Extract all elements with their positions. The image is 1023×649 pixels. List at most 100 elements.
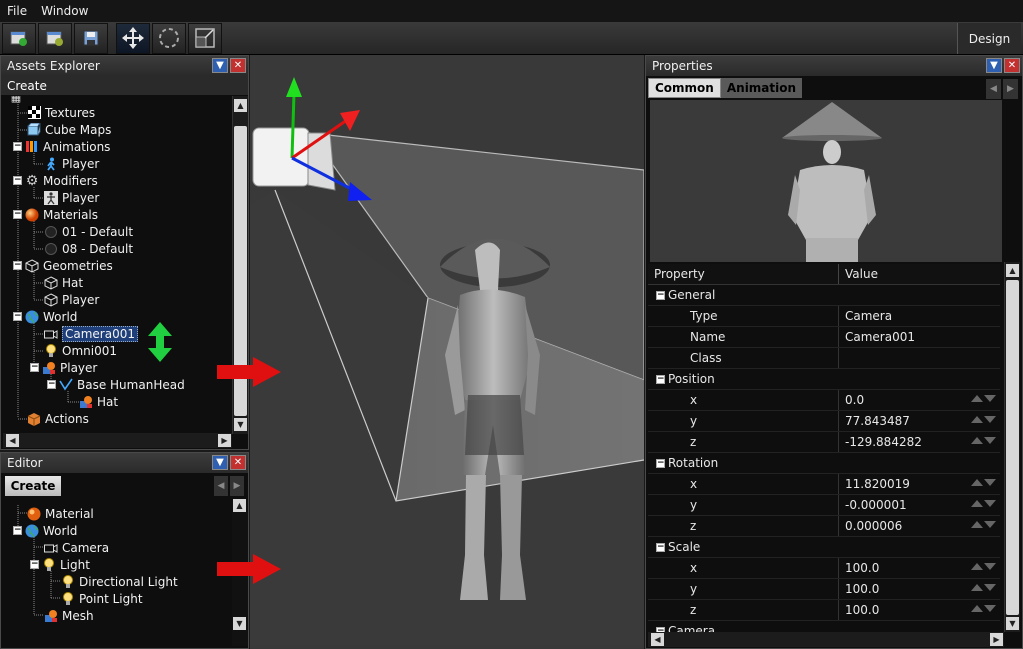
tree-item-base-humanhead[interactable]: − Base HumanHead — [47, 376, 185, 393]
property-value-field[interactable]: 0.000006 — [839, 516, 1000, 536]
scroll-right-icon[interactable]: ▶ — [218, 434, 231, 447]
spinner-arrows-icon[interactable] — [971, 563, 996, 570]
tree-item-animations[interactable]: − Animations — [13, 138, 110, 155]
tree-item-camera001[interactable]: Camera001 — [44, 325, 138, 342]
properties-horizontal-scrollbar[interactable]: ◀ ▶ — [648, 632, 1004, 647]
tree-item-anim-player[interactable]: Player — [44, 155, 99, 172]
property-group-row[interactable]: − General — [648, 285, 1000, 306]
scroll-down-icon[interactable]: ▼ — [234, 418, 247, 431]
property-value-field[interactable]: -129.884282 — [839, 432, 1000, 452]
dropdown-icon[interactable]: ▼ — [986, 58, 1002, 73]
property-value-field[interactable]: 77.843487 — [839, 411, 1000, 431]
collapse-icon[interactable]: − — [656, 542, 665, 552]
property-row[interactable]: y -0.000001 — [648, 495, 1000, 516]
tree-item-materials[interactable]: − Materials — [13, 206, 98, 223]
property-row[interactable]: y 100.0 — [648, 579, 1000, 600]
new-scene-button[interactable] — [2, 22, 36, 54]
nav-right-icon[interactable]: ▶ — [230, 476, 244, 496]
property-row[interactable]: y 77.843487 — [648, 411, 1000, 432]
property-value-field[interactable]: 0.0 — [839, 390, 1000, 410]
tree-item-material-08[interactable]: 08 - Default — [44, 240, 133, 257]
y-axis-gizmo[interactable] — [290, 92, 296, 159]
collapse-icon[interactable]: − — [656, 374, 665, 384]
scroll-down-icon[interactable]: ▼ — [1006, 617, 1019, 630]
nav-left-icon[interactable]: ◀ — [986, 79, 1001, 99]
property-value-field[interactable]: 100.0 — [839, 600, 1000, 620]
editor-create-button[interactable]: Create — [5, 476, 61, 496]
value-column-header[interactable]: Value — [839, 264, 1000, 284]
property-value-field[interactable]: 100.0 — [839, 558, 1000, 578]
close-icon[interactable]: ✕ — [230, 455, 246, 470]
close-icon[interactable]: ✕ — [230, 58, 246, 73]
collapse-icon[interactable]: − — [13, 261, 22, 270]
spinner-arrows-icon[interactable] — [971, 500, 996, 507]
scale-tool-button[interactable] — [188, 22, 222, 54]
property-row[interactable]: Type Camera — [648, 306, 1000, 327]
scroll-up-icon[interactable]: ▲ — [1006, 264, 1019, 277]
scroll-up-icon[interactable]: ▲ — [233, 499, 246, 512]
property-row[interactable]: z 100.0 — [648, 600, 1000, 621]
tree-item-material-01[interactable]: 01 - Default — [44, 223, 133, 240]
tree-item-geometries[interactable]: − Geometries — [13, 257, 113, 274]
tree-item-world-player[interactable]: − Player — [30, 359, 97, 376]
spinner-arrows-icon[interactable] — [971, 605, 996, 612]
tree-item-world[interactable]: − World — [13, 308, 77, 325]
spinner-arrows-icon[interactable] — [971, 395, 996, 402]
spinner-arrows-icon[interactable] — [971, 479, 996, 486]
scroll-thumb[interactable] — [1006, 280, 1019, 615]
rotate-tool-button[interactable] — [152, 22, 186, 54]
collapse-icon[interactable]: − — [13, 176, 22, 185]
dropdown-icon[interactable]: ▼ — [212, 455, 228, 470]
scroll-left-icon[interactable]: ◀ — [651, 633, 664, 646]
tree-item-cube-maps[interactable]: Cube Maps — [27, 121, 111, 138]
close-icon[interactable]: ✕ — [1004, 58, 1020, 73]
spinner-arrows-icon[interactable] — [971, 584, 996, 591]
editor-item-mesh[interactable]: Mesh — [44, 607, 94, 624]
tree-item-actions[interactable]: Actions — [27, 410, 89, 427]
property-value-field[interactable]: Camera — [839, 306, 1000, 326]
tree-item-textures[interactable]: Textures — [27, 104, 95, 121]
collapse-icon[interactable]: − — [47, 380, 56, 389]
collapse-icon[interactable]: − — [13, 142, 22, 151]
property-column-header[interactable]: Property — [648, 264, 839, 284]
property-row[interactable]: x 11.820019 — [648, 474, 1000, 495]
design-tab[interactable]: Design — [957, 23, 1021, 54]
property-value-field[interactable]: Camera001 — [839, 327, 1000, 347]
scroll-down-icon[interactable]: ▼ — [233, 617, 246, 630]
property-row[interactable]: x 100.0 — [648, 558, 1000, 579]
assets-create-button[interactable]: Create — [1, 76, 248, 95]
properties-vertical-scrollbar[interactable]: ▲ ▼ — [1004, 262, 1020, 632]
move-tool-button[interactable] — [116, 22, 150, 54]
property-row[interactable]: Name Camera001 — [648, 327, 1000, 348]
spinner-arrows-icon[interactable] — [971, 437, 996, 444]
tab-animation[interactable]: Animation — [720, 78, 803, 98]
property-group-row[interactable]: − Position — [648, 369, 1000, 390]
collapse-icon[interactable]: − — [656, 290, 665, 300]
property-value-field[interactable]: 11.820019 — [839, 474, 1000, 494]
collapse-icon[interactable]: − — [656, 458, 665, 468]
assets-horizontal-scrollbar[interactable]: ◀ ▶ — [3, 433, 232, 448]
save-button[interactable] — [74, 22, 108, 54]
menu-window[interactable]: Window — [34, 0, 95, 22]
scroll-up-icon[interactable]: ▲ — [234, 99, 247, 112]
collapse-icon[interactable]: − — [13, 312, 22, 321]
tree-item-modifiers[interactable]: − ⚙ Modifiers — [13, 172, 98, 189]
collapse-icon[interactable]: − — [13, 526, 22, 535]
property-value-field[interactable]: -0.000001 — [839, 495, 1000, 515]
editor-item-material[interactable]: Material — [27, 505, 94, 522]
menu-file[interactable]: File — [0, 0, 34, 22]
tab-common[interactable]: Common — [648, 78, 721, 98]
tree-item-omni001[interactable]: Omni001 — [44, 342, 117, 359]
3d-viewport[interactable] — [250, 55, 644, 649]
open-scene-button[interactable] — [38, 22, 72, 54]
dropdown-icon[interactable]: ▼ — [212, 58, 228, 73]
editor-item-directional-light[interactable]: Directional Light — [61, 573, 178, 590]
tree-item-hat[interactable]: Hat — [79, 393, 118, 410]
collapse-icon[interactable]: − — [13, 210, 22, 219]
collapse-icon[interactable]: − — [30, 560, 39, 569]
property-value-field[interactable]: 100.0 — [839, 579, 1000, 599]
nav-left-icon[interactable]: ◀ — [214, 476, 228, 496]
nav-right-icon[interactable]: ▶ — [1003, 79, 1018, 99]
tree-item-geo-player[interactable]: Player — [44, 291, 99, 308]
scroll-right-icon[interactable]: ▶ — [990, 633, 1003, 646]
